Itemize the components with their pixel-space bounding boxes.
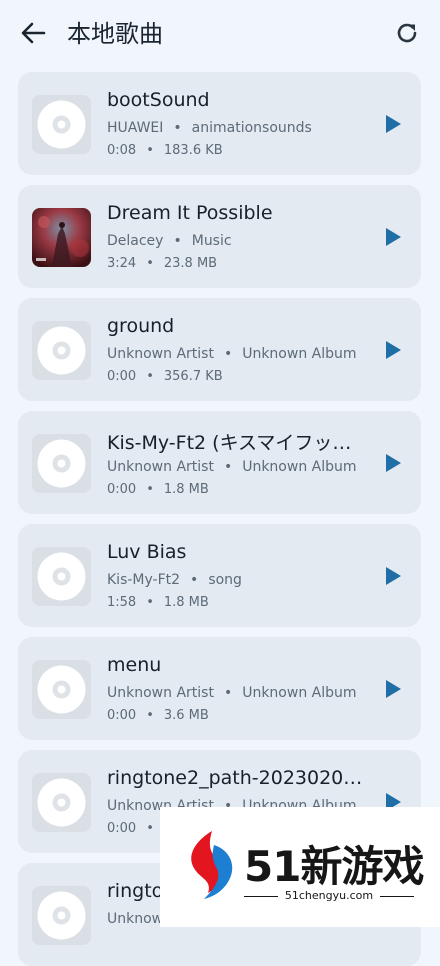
refresh-icon[interactable] (394, 20, 420, 46)
song-duration: 0:00 (107, 821, 137, 836)
song-album: animationsounds (191, 120, 312, 136)
disc-icon (37, 891, 86, 940)
separator-dot: • (173, 233, 182, 249)
watermark-rule (380, 896, 414, 897)
song-item[interactable]: Dream It Possible Delacey • Music 3:24 • 23.… (18, 185, 421, 288)
song-cover (32, 321, 91, 380)
song-size: 183.6 KB (163, 143, 223, 158)
song-duration-size: 0:00 • 1.8 MB (107, 482, 209, 497)
separator-dot: • (190, 572, 199, 588)
separator-dot: • (146, 708, 154, 723)
song-duration-size: 0:08 • 183.6 KB (107, 143, 223, 158)
play-icon[interactable] (384, 566, 402, 586)
watermark-logo-icon (191, 831, 233, 899)
song-duration-size: 0:00 • 3.6 MB (107, 708, 209, 723)
song-title: ground (107, 315, 175, 337)
song-duration-size: 3:24 • 23.8 MB (107, 256, 217, 271)
song-album: Unknown Album (242, 459, 357, 475)
song-size: 1.8 MB (163, 482, 209, 497)
song-duration: 3:24 (107, 256, 137, 271)
back-arrow-icon[interactable] (18, 19, 48, 47)
disc-icon (37, 326, 86, 375)
separator-dot: • (223, 346, 233, 362)
play-icon[interactable] (384, 114, 402, 134)
song-item[interactable]: Luv Bias Kis-My-Ft2 • song 1:58 • 1.8 MB (18, 524, 421, 627)
song-duration-size: 1:58 • 1.8 MB (107, 595, 209, 610)
song-album: Unknown Album (242, 685, 357, 701)
song-cover (32, 886, 91, 945)
disc-icon (37, 552, 86, 601)
song-duration-size: 0:00 • 356.7 KB (107, 369, 223, 384)
song-duration: 0:00 (107, 482, 137, 497)
separator-dot: • (146, 143, 154, 158)
song-item[interactable]: Kis-My-Ft2 (キスマイフッ… Unknown Artist • Unkno… (18, 411, 421, 514)
song-artist-album: Kis-My-Ft2 • song (107, 572, 242, 588)
song-duration: 1:58 (107, 595, 137, 610)
song-duration: 0:00 (107, 708, 137, 723)
play-icon[interactable] (384, 340, 402, 360)
song-artist-album: Unknown Artist • Unknown Album (107, 346, 357, 362)
song-title: Kis-My-Ft2 (キスマイフッ… (107, 432, 352, 454)
song-size: 23.8 MB (163, 256, 218, 271)
play-icon[interactable] (384, 453, 402, 473)
song-artist-album: Unknow (107, 911, 163, 927)
separator-dot: • (146, 256, 154, 271)
play-icon[interactable] (384, 227, 402, 247)
song-item[interactable]: bootSound HUAWEI • animationsounds 0:08 • 18… (18, 72, 421, 175)
disc-icon (37, 778, 86, 827)
song-artist: Delacey (107, 233, 164, 249)
disc-icon (37, 439, 86, 488)
song-artist: Unknown Artist (107, 346, 214, 362)
song-title: bootSound (107, 89, 210, 111)
song-artist-album: Delacey • Music (107, 233, 232, 249)
song-title: Luv Bias (107, 541, 187, 563)
song-cover (32, 660, 91, 719)
song-artist-album: Unknown Artist • Unknown Album (107, 459, 357, 475)
page-title: 本地歌曲 (67, 20, 163, 48)
song-album: song (208, 572, 242, 588)
song-artist: Unknown Artist (107, 685, 214, 701)
song-duration: 0:08 (107, 143, 137, 158)
song-size: 356.7 KB (163, 369, 223, 384)
album-art (32, 208, 91, 267)
separator-dot: • (146, 482, 154, 497)
song-item[interactable]: ground Unknown Artist • Unknown Album 0:00… (18, 298, 421, 401)
top-bar: 本地歌曲 (0, 0, 440, 64)
separator-dot: • (146, 821, 154, 836)
song-artist: HUAWEI (107, 120, 164, 136)
song-artist-album: Unknown Artist • Unknown Album (107, 685, 357, 701)
song-title: ringtone2_path-2023020… (107, 767, 363, 789)
song-cover (32, 95, 91, 154)
song-cover (32, 208, 91, 267)
separator-dot: • (146, 369, 154, 384)
watermark: 51新游戏 51chengyu.com (160, 807, 440, 927)
separator-dot: • (146, 595, 154, 610)
song-artist: Unknow (107, 911, 164, 927)
song-artist: Kis-My-Ft2 (107, 572, 181, 588)
song-album: Unknown Album (242, 346, 357, 362)
watermark-brand: 51新游戏 (244, 842, 424, 891)
song-duration-size: 0:00 • (107, 821, 164, 836)
separator-dot: • (173, 120, 182, 136)
separator-dot: • (223, 459, 233, 475)
song-album: Music (191, 233, 232, 249)
disc-icon (37, 665, 86, 714)
song-item[interactable]: menu Unknown Artist • Unknown Album 0:00 • 3… (18, 637, 421, 740)
play-icon[interactable] (384, 679, 402, 699)
song-cover (32, 547, 91, 606)
song-title: Dream It Possible (107, 202, 273, 224)
separator-dot: • (223, 685, 233, 701)
song-duration: 0:00 (107, 369, 137, 384)
song-artist-album: HUAWEI • animationsounds (107, 120, 312, 136)
song-size: 3.6 MB (163, 708, 209, 723)
song-title: menu (107, 654, 162, 676)
song-artist: Unknown Artist (107, 459, 214, 475)
song-cover (32, 773, 91, 832)
disc-icon (37, 100, 86, 149)
song-size: 1.8 MB (163, 595, 209, 610)
song-cover (32, 434, 91, 493)
